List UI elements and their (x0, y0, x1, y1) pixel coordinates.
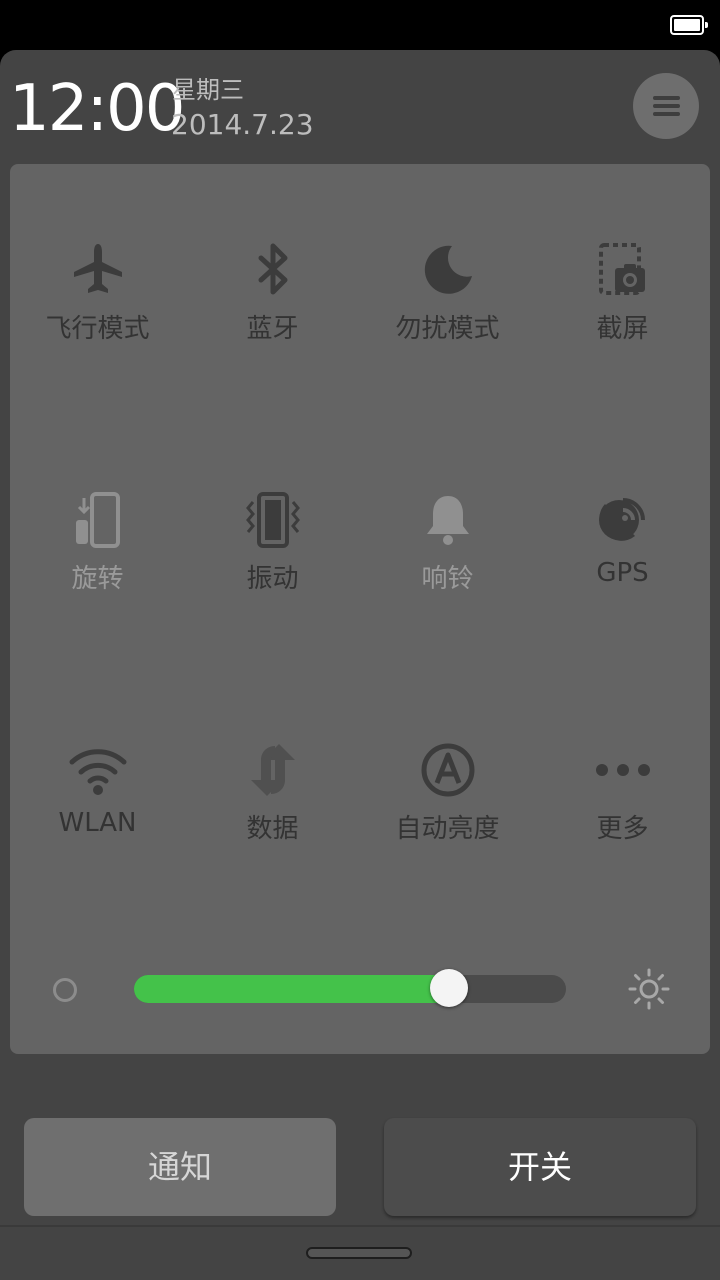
toggle-label: GPS (596, 558, 649, 588)
toggle-data[interactable]: 数据 (185, 740, 360, 880)
menu-icon-bar (653, 112, 680, 116)
menu-icon-bar (653, 104, 680, 108)
status-bar (0, 0, 720, 50)
toggle-label: 飞行模式 (45, 314, 150, 344)
menu-icon-bar (653, 96, 680, 100)
brightness-knob[interactable] (430, 969, 468, 1007)
toggle-do-not-disturb[interactable]: 勿扰模式 (360, 240, 535, 380)
toggle-rotate[interactable]: 旋转 (10, 490, 185, 630)
toggle-label: 数据 (246, 814, 299, 844)
toggle-wlan[interactable]: WLAN (10, 740, 185, 880)
toggle-gps[interactable]: GPS (535, 490, 710, 630)
brightness-high-icon (628, 968, 670, 1010)
bell-icon (426, 496, 469, 545)
toggles-tab-button[interactable]: 开关 (384, 1118, 696, 1216)
toggle-airplane-mode[interactable]: 飞行模式 (10, 240, 185, 380)
data-icon (250, 744, 295, 796)
moon-icon (424, 245, 472, 294)
notifications-tab-button[interactable]: 通知 (24, 1118, 336, 1216)
date-label: 2014.7.23 (171, 108, 314, 141)
menu-button[interactable] (633, 73, 699, 139)
toggle-label: 截屏 (596, 314, 649, 344)
airplane-icon (73, 244, 122, 293)
screenshot-icon (598, 243, 645, 295)
more-icon (595, 764, 650, 776)
toggle-auto-brightness[interactable]: 自动亮度 (360, 740, 535, 880)
toggle-more[interactable]: 更多 (535, 740, 710, 880)
toggle-label: 勿扰模式 (395, 314, 500, 344)
brightness-fill (134, 975, 449, 1003)
divider (0, 1225, 720, 1227)
toggle-bluetooth[interactable]: 蓝牙 (185, 240, 360, 380)
brightness-low-icon (53, 978, 77, 1002)
weekday-label: 星期三 (172, 76, 244, 104)
toggle-label: 旋转 (71, 564, 124, 594)
wifi-icon (69, 749, 126, 795)
toggle-vibrate[interactable]: 振动 (185, 490, 360, 630)
toggle-ring[interactable]: 响铃 (360, 490, 535, 630)
auto-brightness-icon (421, 743, 474, 797)
battery-icon (670, 15, 708, 35)
toggle-label: 更多 (596, 814, 649, 844)
brightness-slider[interactable] (134, 969, 566, 1007)
clock-time: 12:00 (9, 72, 185, 146)
rotate-icon (75, 492, 120, 548)
toggle-label: 蓝牙 (246, 314, 299, 344)
vibrate-icon (245, 492, 300, 548)
drag-handle[interactable] (306, 1247, 412, 1259)
toggle-label: 振动 (246, 564, 299, 594)
toggle-screenshot[interactable]: 截屏 (535, 240, 710, 380)
toggle-label: WLAN (58, 808, 137, 838)
toggle-label: 响铃 (421, 564, 474, 594)
toggle-label: 自动亮度 (395, 814, 500, 844)
gps-icon (598, 498, 645, 541)
bluetooth-icon (258, 243, 287, 295)
